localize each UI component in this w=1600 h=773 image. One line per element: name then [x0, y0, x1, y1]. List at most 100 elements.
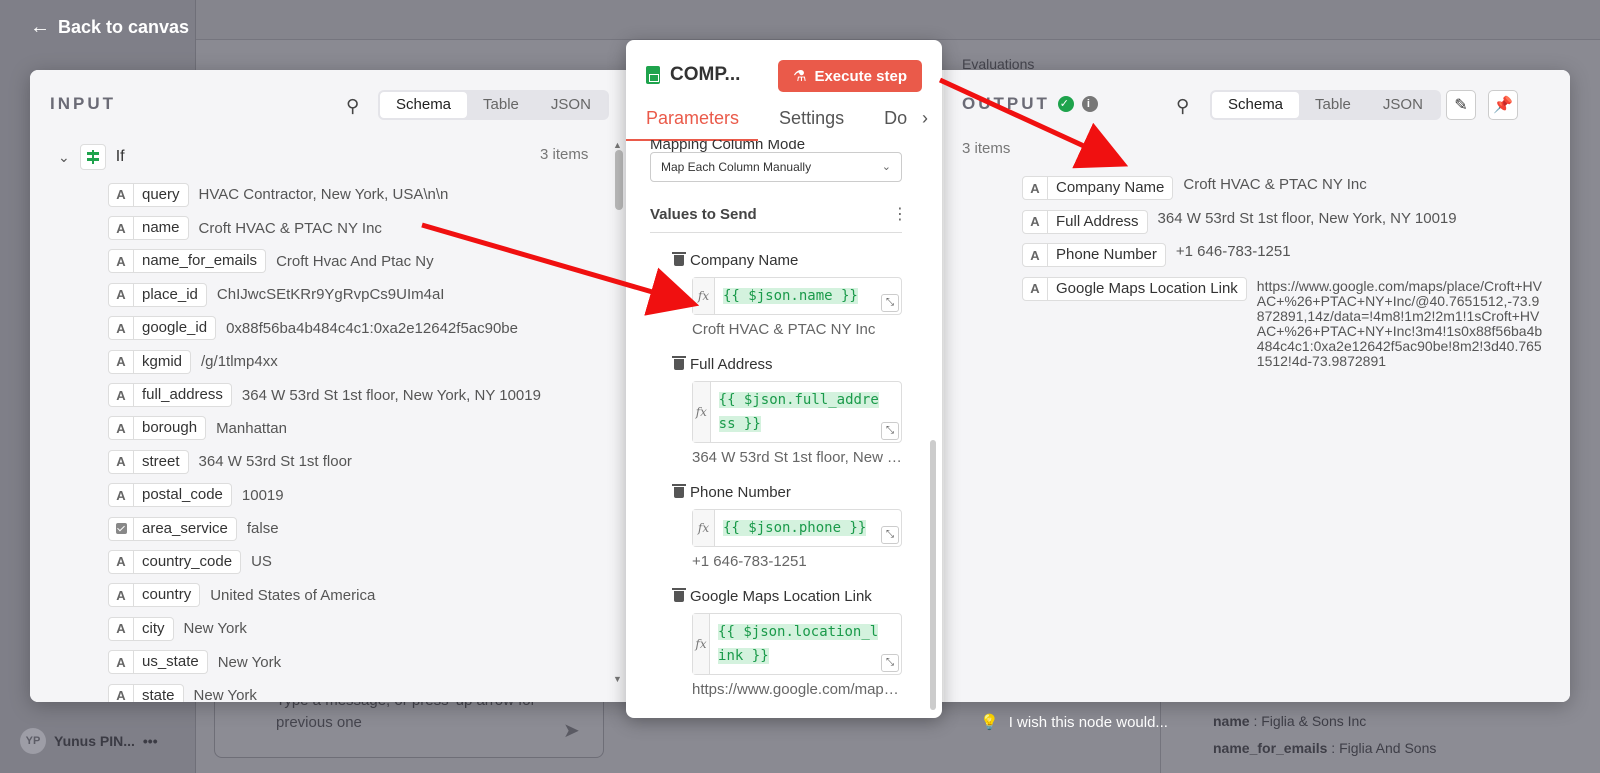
field-key[interactable]: full_address — [134, 383, 232, 408]
expression-editor[interactable]: fx {{ $json.phone }} ⤡ — [692, 509, 902, 547]
tab-schema[interactable]: Schema — [380, 92, 468, 118]
output-field-row[interactable]: A Company Name Croft HVAC & PTAC NY Inc — [1022, 176, 1547, 200]
node-tabs: Parameters Settings Do — [646, 108, 907, 129]
info-icon[interactable]: i — [1081, 96, 1098, 112]
pin-data-button[interactable]: 📌 — [1488, 90, 1518, 120]
input-field-row[interactable]: Acountry United States of America — [108, 579, 541, 612]
node-title[interactable]: COMP... — [670, 64, 740, 86]
tab-table[interactable]: Table — [467, 92, 535, 118]
field-key[interactable]: us_state — [134, 650, 208, 675]
expression-editor[interactable]: fx {{ $json.full_address }} ⤡ — [692, 381, 902, 443]
expression-editor[interactable]: fx {{ $json.location_link }} ⤡ — [692, 613, 902, 675]
string-type-icon: A — [108, 483, 134, 508]
mapping-mode-select[interactable]: Map Each Column Manually ⌄ — [650, 152, 902, 182]
input-field-row[interactable]: area_service false — [108, 512, 541, 545]
field-value: 10019 — [241, 486, 284, 504]
field-key[interactable]: borough — [134, 416, 207, 441]
field-key[interactable]: postal_code — [134, 483, 232, 508]
output-panel: OUTPUT ✓ i ⚲ Schema Table JSON ✎ 📌 3 ite… — [944, 70, 1570, 702]
field-key[interactable]: google_id — [134, 316, 217, 341]
expression-result: https://www.google.com/maps/place/Croft+… — [692, 681, 902, 698]
tab-json[interactable]: JSON — [535, 92, 607, 118]
input-field-row[interactable]: Agoogle_id 0x88f56ba4b484c4c1:0xa2e12642f… — [108, 312, 541, 345]
input-field-row[interactable]: Acity New York — [108, 612, 541, 645]
field-key[interactable]: kgmid — [134, 349, 192, 374]
field-key[interactable]: Company Name — [1048, 176, 1174, 200]
input-field-row[interactable]: Akgmid/g/1tlmp4xx — [108, 345, 541, 378]
field-key[interactable]: name_for_emails — [134, 249, 267, 274]
background-row: name : Figlia & Sons Inc — [1213, 713, 1367, 729]
edit-output-button[interactable]: ✎ — [1446, 90, 1476, 120]
back-to-canvas-button[interactable]: ← Back to canvas — [30, 16, 189, 39]
string-type-icon: A — [108, 416, 134, 441]
wish-feedback-link[interactable]: 💡 I wish this node would... — [980, 713, 1168, 732]
chevron-right-icon[interactable]: › — [922, 108, 928, 129]
search-icon[interactable]: ⚲ — [346, 96, 359, 117]
expand-icon[interactable]: ⤡ — [881, 422, 899, 440]
field-key[interactable]: state — [134, 683, 184, 702]
tab-json[interactable]: JSON — [1367, 92, 1439, 118]
field-value: US — [251, 553, 272, 571]
divider — [650, 232, 902, 233]
field-key[interactable]: Phone Number — [1048, 243, 1166, 268]
field-key[interactable]: Full Address — [1048, 209, 1148, 234]
input-title: INPUT — [50, 94, 116, 113]
scroll-down-icon[interactable]: ▼ — [613, 674, 622, 684]
output-field-row[interactable]: A Phone Number +1 646-783-1251 — [1022, 243, 1547, 268]
field-value: HVAC Contractor, New York, USA\n\n — [198, 186, 449, 204]
expression-result: Croft HVAC & PTAC NY Inc — [692, 321, 876, 338]
tab-settings[interactable]: Settings — [779, 108, 844, 129]
input-node-name: If — [115, 148, 125, 165]
trash-icon[interactable] — [672, 356, 686, 370]
node-parameters-panel: COMP... ⚗ Execute step Parameters Settin… — [626, 40, 942, 718]
google-sheets-icon — [646, 66, 660, 84]
expand-icon[interactable]: ⤡ — [881, 526, 899, 544]
field-key[interactable]: area_service — [134, 516, 237, 541]
field-key[interactable]: name — [134, 216, 189, 241]
input-field-row[interactable]: Acountry_code US — [108, 545, 541, 578]
field-key[interactable]: Google Maps Location Link — [1048, 276, 1247, 301]
input-field-row[interactable]: Astate New York — [108, 679, 541, 702]
input-field-row[interactable]: Aname_for_emails Croft Hvac And Ptac Ny — [108, 245, 541, 278]
input-field-row[interactable]: Aplace_id ChIJwcSEtKRr9YgRvpCs9UIm4aI — [108, 278, 541, 311]
output-field-row[interactable]: A Google Maps Location Link https://www.go… — [1022, 276, 1547, 369]
fx-icon: fx — [693, 382, 711, 442]
parameters-body: Mapping Column Mode Map Each Column Manu… — [626, 140, 942, 718]
input-field-row[interactable]: Aname Croft HVAC & PTAC NY Inc — [108, 211, 541, 244]
string-type-icon: A — [1022, 276, 1048, 301]
input-scrollbar[interactable] — [615, 150, 623, 210]
expand-icon[interactable]: ⤡ — [881, 294, 899, 312]
tab-schema[interactable]: Schema — [1212, 92, 1300, 118]
trash-icon[interactable] — [672, 252, 686, 266]
tab-parameters[interactable]: Parameters — [646, 108, 739, 129]
field-key[interactable]: street — [134, 449, 189, 474]
output-view-switcher: Schema Table JSON — [1210, 90, 1441, 120]
field-key[interactable]: country_code — [134, 549, 242, 574]
field-key[interactable]: city — [134, 616, 174, 641]
input-field-row[interactable]: Astreet 364 W 53rd St 1st floor — [108, 445, 541, 478]
field-key[interactable]: query — [134, 182, 189, 207]
field-key[interactable]: country — [134, 583, 201, 608]
input-field-row[interactable]: Aquery HVAC Contractor, New York, USA\n\n — [108, 178, 541, 211]
fx-icon: fx — [693, 614, 711, 674]
more-vertical-icon[interactable]: ⋮ — [892, 204, 908, 224]
chevron-down-icon[interactable]: ⌄ — [58, 149, 70, 166]
scroll-up-icon[interactable]: ▲ — [613, 140, 622, 150]
execute-step-button[interactable]: ⚗ Execute step — [778, 60, 922, 92]
string-type-icon: A — [108, 383, 134, 408]
parameters-scrollbar[interactable] — [930, 440, 936, 710]
output-field-row[interactable]: A Full Address 364 W 53rd St 1st floor, Ne… — [1022, 209, 1547, 234]
tab-docs[interactable]: Do — [884, 108, 907, 129]
expression-editor[interactable]: fx {{ $json.name }} ⤡ — [692, 277, 902, 315]
trash-icon[interactable] — [672, 484, 686, 498]
input-field-row[interactable]: Aborough Manhattan — [108, 412, 541, 445]
search-icon[interactable]: ⚲ — [1176, 96, 1189, 117]
tab-table[interactable]: Table — [1299, 92, 1367, 118]
field-key[interactable]: place_id — [134, 282, 207, 307]
input-field-row[interactable]: Afull_address 364 W 53rd St 1st floor, Ne… — [108, 378, 541, 411]
input-field-row[interactable]: Apostal_code 10019 — [108, 479, 541, 512]
trash-icon[interactable] — [672, 588, 686, 602]
expand-icon[interactable]: ⤡ — [881, 654, 899, 672]
input-field-row[interactable]: Aus_state New York — [108, 645, 541, 678]
input-node-header[interactable]: ⌄ If — [58, 144, 125, 170]
